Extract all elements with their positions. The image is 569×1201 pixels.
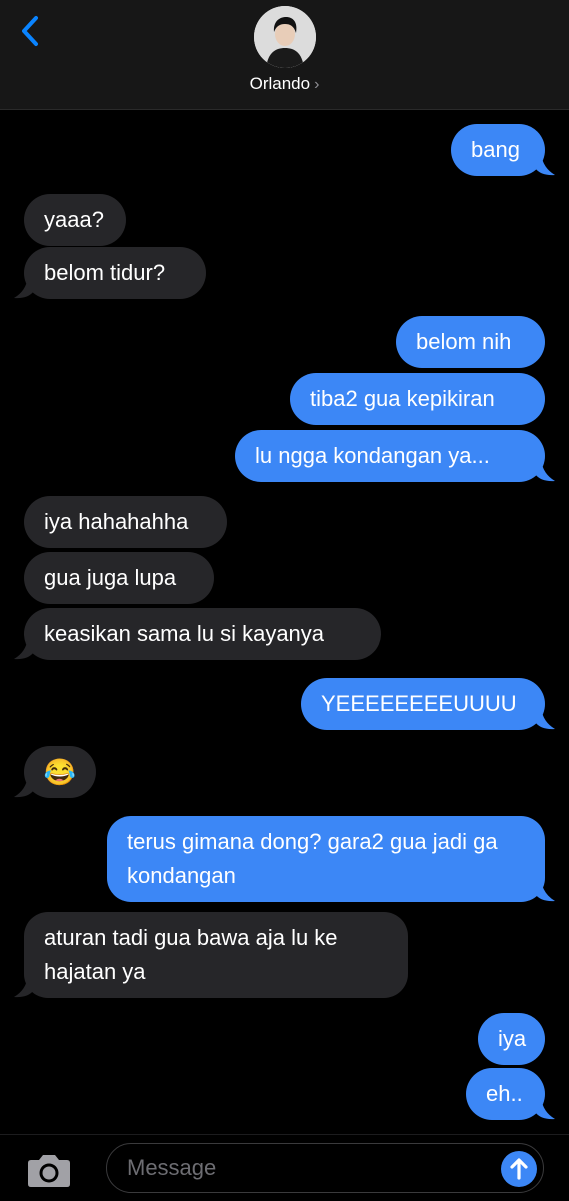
- avatar-image: [254, 6, 316, 68]
- bubble-tail: [535, 1098, 555, 1120]
- contact-name: Orlando: [249, 74, 311, 93]
- back-button[interactable]: [14, 12, 50, 52]
- bubble-tail: [14, 638, 34, 660]
- chevron-right-icon: ›: [314, 76, 320, 93]
- message-bubble-sent[interactable]: lu ngga kondangan ya...: [235, 430, 545, 482]
- message-bubble-sent[interactable]: terus gimana dong? gara2 gua jadi ga kon…: [107, 816, 545, 902]
- contact-name-button[interactable]: Orlando ›: [0, 74, 569, 94]
- camera-button[interactable]: [24, 1153, 74, 1189]
- message-bubble-sent[interactable]: bang: [451, 124, 545, 176]
- bubble-tail: [14, 976, 34, 998]
- message-bubble-received[interactable]: aturan tadi gua bawa aja lu ke hajatan y…: [24, 912, 408, 998]
- message-placeholder: Message: [127, 1155, 217, 1180]
- bubble-tail: [535, 154, 555, 176]
- message-bubble-received[interactable]: gua juga lupa: [24, 552, 214, 604]
- message-bubble-received[interactable]: belom tidur?: [24, 247, 206, 299]
- avatar[interactable]: [254, 6, 316, 68]
- bubble-tail: [14, 277, 34, 299]
- message-bubble-sent[interactable]: iya: [478, 1013, 545, 1065]
- bubble-tail: [14, 776, 34, 798]
- bubble-tail: [535, 708, 555, 730]
- composer-bar: Message: [0, 1134, 569, 1201]
- message-bubble-sent[interactable]: YEEEEEEEEUUUU: [301, 678, 545, 730]
- bubble-tail: [535, 460, 555, 482]
- message-bubble-sent[interactable]: eh..: [466, 1068, 545, 1120]
- send-arrow-icon: [510, 1158, 528, 1180]
- message-input[interactable]: Message: [106, 1143, 544, 1193]
- camera-icon: [28, 1155, 70, 1187]
- conversation-header: Orlando ›: [0, 0, 569, 110]
- send-button[interactable]: [501, 1151, 537, 1187]
- message-bubble-received[interactable]: keasikan sama lu si kayanya: [24, 608, 381, 660]
- message-bubble-received[interactable]: yaaa?: [24, 194, 126, 246]
- bubble-tail: [535, 880, 555, 902]
- message-bubble-received[interactable]: iya hahahahha: [24, 496, 227, 548]
- back-chevron-icon: [22, 16, 38, 46]
- message-bubble-received[interactable]: 😂: [24, 746, 96, 798]
- message-bubble-sent[interactable]: tiba2 gua kepikiran: [290, 373, 545, 425]
- message-bubble-sent[interactable]: belom nih: [396, 316, 545, 368]
